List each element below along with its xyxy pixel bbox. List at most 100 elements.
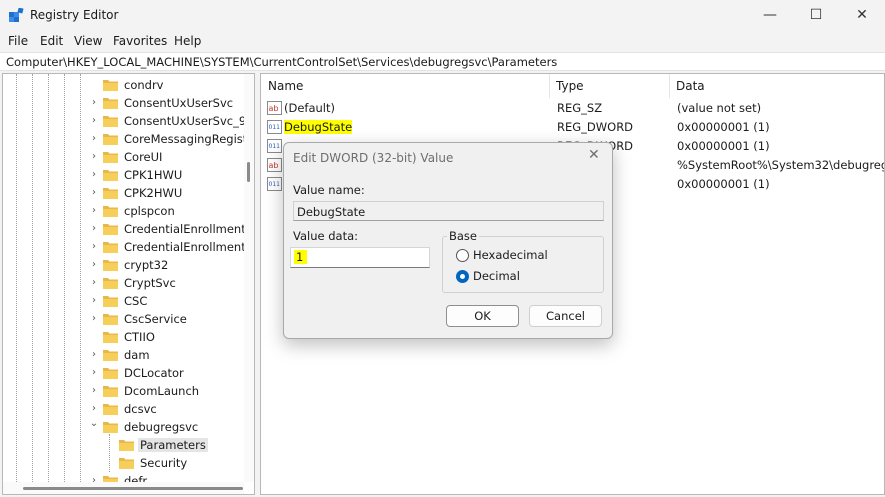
tree-item-label[interactable]: cplspcon	[124, 204, 175, 218]
cancel-button[interactable]: Cancel	[529, 305, 602, 327]
tree-vertical-scrollbar[interactable]	[244, 74, 254, 482]
chevron-right-icon[interactable]: ›	[89, 259, 99, 271]
folder-icon	[103, 98, 118, 109]
chevron-right-icon[interactable]: ›	[89, 385, 99, 397]
column-header-type[interactable]: Type	[549, 74, 669, 98]
chevron-right-icon[interactable]: ›	[89, 403, 99, 415]
tree-item[interactable]: › CoreMessagingRegist	[3, 130, 254, 148]
menu-edit[interactable]: Edit	[40, 34, 63, 48]
column-header-data[interactable]: Data	[669, 74, 884, 98]
ok-button[interactable]: OK	[446, 305, 519, 327]
value-data-cell: 0x00000001 (1)	[677, 120, 770, 134]
tree-item-label[interactable]: dcsvc	[124, 402, 157, 416]
chevron-right-icon[interactable]: ›	[89, 241, 99, 253]
tree-item-label[interactable]: ConsentUxUserSvc	[124, 96, 233, 110]
value-row[interactable]: 011 DebugState REG_DWORD 0x00000001 (1)	[261, 118, 884, 137]
chevron-right-icon[interactable]: ›	[89, 133, 99, 145]
tree-item[interactable]: › DcomLaunch	[3, 382, 254, 400]
tree-horizontal-scroll-thumb[interactable]	[23, 487, 243, 490]
tree-item[interactable]: › CredentialEnrollmentI	[3, 220, 254, 238]
tree-item-label[interactable]: CPK1HWU	[124, 168, 182, 182]
value-name-cell[interactable]: DebugState	[284, 120, 353, 134]
tree-item[interactable]: CTIIO	[3, 328, 254, 346]
dialog-close-button[interactable]: ✕	[588, 147, 600, 163]
chevron-down-icon[interactable]: ⌄	[89, 418, 99, 430]
value-name-cell[interactable]: (Default)	[284, 101, 335, 115]
column-header-name[interactable]: Name	[261, 74, 549, 98]
tree-vertical-scroll-thumb[interactable]	[247, 162, 250, 182]
tree-item-label[interactable]: DcomLaunch	[124, 384, 199, 398]
minimize-button[interactable]: —	[747, 0, 793, 30]
tree-item[interactable]: › dam	[3, 346, 254, 364]
tree-item[interactable]: › CscService	[3, 310, 254, 328]
chevron-right-icon[interactable]: ›	[89, 205, 99, 217]
tree-item-label[interactable]: CredentialEnrollmentI	[124, 240, 249, 254]
chevron-right-icon[interactable]: ›	[89, 115, 99, 127]
chevron-right-icon[interactable]: ›	[89, 151, 99, 163]
chevron-right-icon[interactable]: ›	[89, 187, 99, 199]
folder-icon	[103, 206, 118, 217]
maximize-button[interactable]: ☐	[793, 0, 839, 30]
menu-favorites[interactable]: Favorites	[113, 34, 167, 48]
chevron-right-icon[interactable]: ›	[89, 277, 99, 289]
value-row[interactable]: ab (Default) REG_SZ (value not set)	[261, 99, 884, 118]
tree-item-label[interactable]: CoreMessagingRegist	[124, 132, 247, 146]
tree-item[interactable]: Parameters	[3, 436, 254, 454]
key-tree-pane[interactable]: condrv › ConsentUxUserSvc › ConsentUxUserSvc…	[2, 73, 255, 495]
close-button[interactable]: ✕	[839, 0, 885, 30]
svg-text:ab: ab	[269, 161, 279, 170]
chevron-right-icon[interactable]: ›	[89, 223, 99, 235]
menu-help[interactable]: Help	[174, 34, 201, 48]
dialog-title: Edit DWORD (32-bit) Value	[293, 151, 454, 165]
tree-item[interactable]: › DCLocator	[3, 364, 254, 382]
tree-item[interactable]: › crypt32	[3, 256, 254, 274]
tree-item-label[interactable]: Security	[140, 456, 187, 470]
tree-item-label[interactable]: CPK2HWU	[124, 186, 182, 200]
hexadecimal-radio[interactable]	[456, 249, 469, 262]
decimal-label[interactable]: Decimal	[473, 269, 520, 283]
tree-item[interactable]: ⌄ debugregsvc	[3, 418, 254, 436]
tree-item[interactable]: › CPK1HWU	[3, 166, 254, 184]
hexadecimal-label[interactable]: Hexadecimal	[473, 248, 548, 262]
tree-item-label[interactable]: condrv	[124, 78, 163, 92]
chevron-right-icon[interactable]: ›	[89, 349, 99, 361]
tree-item[interactable]: › ConsentUxUserSvc	[3, 94, 254, 112]
tree-item-label[interactable]: DCLocator	[124, 366, 184, 380]
tree-item[interactable]: Security	[3, 454, 254, 472]
chevron-right-icon[interactable]: ›	[89, 295, 99, 307]
tree-item[interactable]: › CredentialEnrollmentI	[3, 238, 254, 256]
tree-item[interactable]: › CPK2HWU	[3, 184, 254, 202]
tree-item-label[interactable]: debugregsvc	[124, 420, 198, 434]
tree-item-label[interactable]: CredentialEnrollmentI	[124, 222, 249, 236]
tree-item-label[interactable]: CoreUI	[124, 150, 162, 164]
menu-file[interactable]: File	[8, 34, 28, 48]
tree-item[interactable]: › ConsentUxUserSvc_98	[3, 112, 254, 130]
tree-item[interactable]: › dcsvc	[3, 400, 254, 418]
tree-item-label[interactable]: dam	[124, 348, 150, 362]
decimal-radio[interactable]	[456, 270, 469, 283]
tree-item-label[interactable]: crypt32	[124, 258, 168, 272]
chevron-right-icon[interactable]: ›	[89, 313, 99, 325]
tree-item-label[interactable]: CSC	[124, 294, 147, 308]
tree-item[interactable]: condrv	[3, 76, 254, 94]
chevron-right-icon[interactable]: ›	[89, 367, 99, 379]
menu-view[interactable]: View	[74, 34, 102, 48]
chevron-right-icon[interactable]: ›	[89, 97, 99, 109]
tree-item-label[interactable]: CryptSvc	[124, 276, 176, 290]
tree-item-label[interactable]: ConsentUxUserSvc_98	[124, 114, 253, 128]
svg-text:011: 011	[269, 143, 281, 150]
address-bar[interactable]: Computer\HKEY_LOCAL_MACHINE\SYSTEM\Curre…	[0, 52, 885, 71]
tree-item[interactable]: › CSC	[3, 292, 254, 310]
chevron-right-icon[interactable]: ›	[89, 169, 99, 181]
value-data-text[interactable]: 1	[294, 250, 308, 264]
value-data-input[interactable]: 1	[290, 247, 430, 268]
tree-item[interactable]: › cplspcon	[3, 202, 254, 220]
folder-icon	[103, 350, 118, 361]
address-path[interactable]: Computer\HKEY_LOCAL_MACHINE\SYSTEM\Curre…	[6, 55, 557, 69]
tree-item[interactable]: › CoreUI	[3, 148, 254, 166]
folder-icon	[103, 242, 118, 253]
tree-item-label[interactable]: CTIIO	[124, 330, 155, 344]
tree-item-label[interactable]: Parameters	[138, 438, 208, 452]
tree-item[interactable]: › CryptSvc	[3, 274, 254, 292]
tree-item-label[interactable]: CscService	[124, 312, 187, 326]
